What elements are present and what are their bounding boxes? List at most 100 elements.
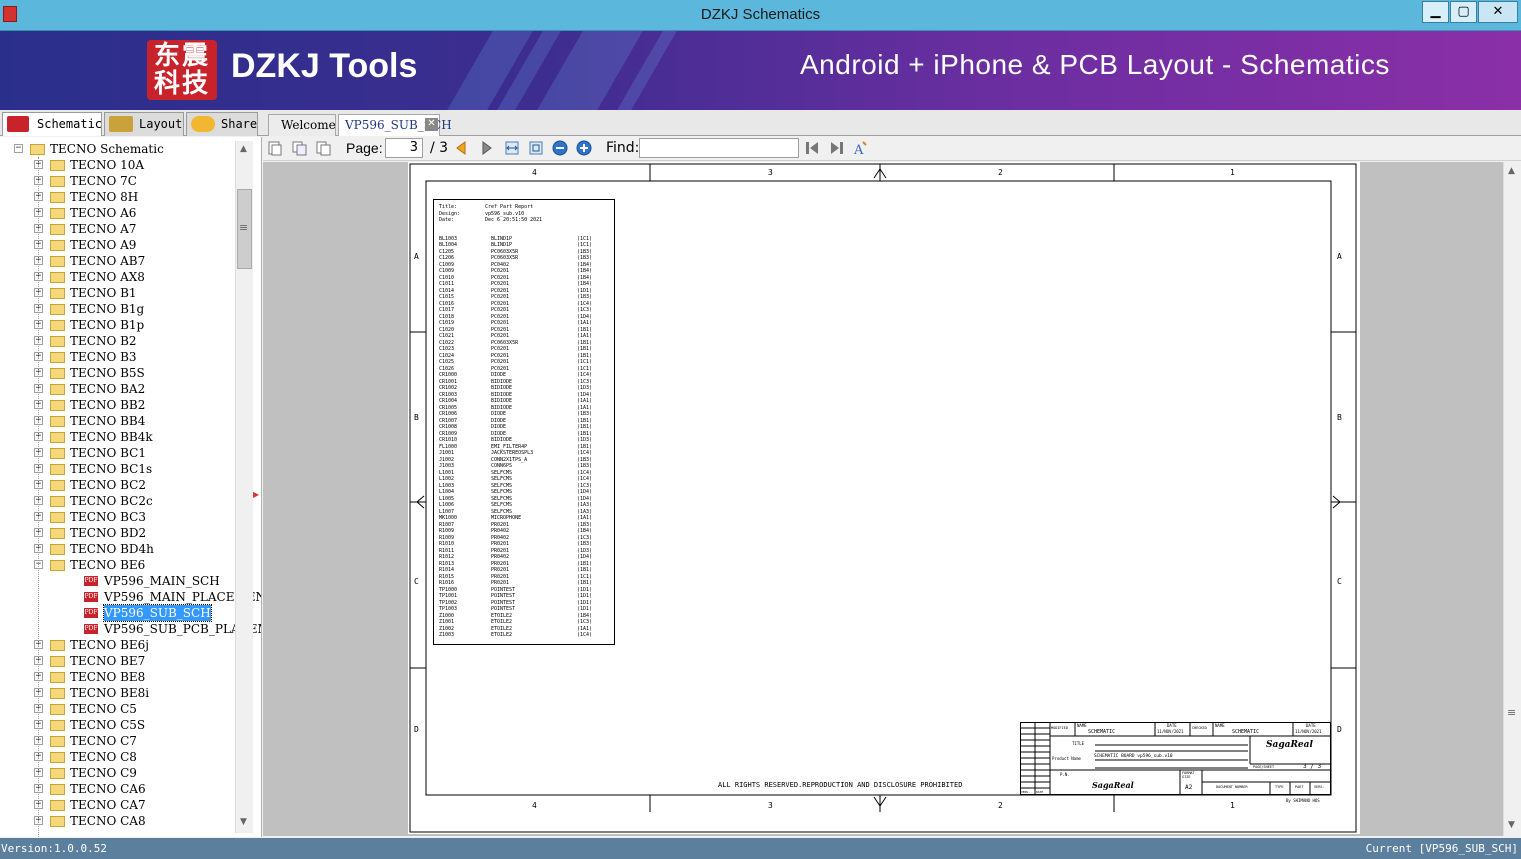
tree-folder-item[interactable]: + TECNO BB2 (0, 397, 235, 413)
folder-icon (50, 240, 65, 251)
document-viewer[interactable]: 4 3 2 1 4 3 2 1 A A B B C C D D Title: Cref Part Report D… (263, 162, 1521, 836)
export-icon[interactable] (315, 140, 331, 156)
banner: 东震科技 DZKJ Tools Android + iPhone & PCB L… (0, 31, 1521, 110)
scroll-grip-icon[interactable]: ≡ (239, 221, 248, 234)
tree-folder-item[interactable]: + TECNO BC2c (0, 493, 235, 509)
tree-folder-item[interactable]: + TECNO BA2 (0, 381, 235, 397)
tree-folder-item[interactable]: + TECNO AX8 (0, 269, 235, 285)
page-total: / 3 (430, 140, 449, 156)
tree-file-item[interactable]: PDF VP596_MAIN_SCH (0, 573, 235, 589)
tree-folder-item[interactable]: + TECNO A6 (0, 205, 235, 221)
next-page-icon[interactable] (479, 140, 495, 156)
previous-page-icon[interactable] (453, 140, 469, 156)
tree-folder-item[interactable]: + TECNO B1p (0, 317, 235, 333)
open-file-icon[interactable] (267, 140, 283, 156)
loc-cell: (1A1) (577, 333, 593, 339)
find-input[interactable] (639, 138, 799, 158)
splitter-handle[interactable]: ▶ (253, 490, 259, 500)
tb-title-label: TITLE (1072, 741, 1085, 746)
loc-cell: (1B3) (577, 248, 593, 255)
tree-folder-item[interactable]: − TECNO BE6 (0, 557, 235, 573)
tree-folder-item[interactable]: + TECNO C5 (0, 701, 235, 717)
frame-label: 4 (532, 801, 537, 810)
folder-icon (50, 784, 65, 795)
copy-icon[interactable] (291, 140, 307, 156)
find-next-icon[interactable] (829, 140, 845, 156)
tree-folder-item[interactable]: + TECNO A7 (0, 221, 235, 237)
tree-folder-item[interactable]: + TECNO BC1 (0, 445, 235, 461)
loc-cell: (1D1) (577, 586, 593, 593)
tree-folder-item[interactable]: + TECNO CA6 (0, 781, 235, 797)
fit-page-icon[interactable] (528, 140, 544, 156)
scroll-down-icon[interactable]: ▼ (1508, 820, 1515, 830)
tree-scrollbar[interactable]: ▲ ≡ ▼ (235, 141, 253, 833)
tab-share[interactable]: Share (186, 112, 258, 136)
tree-folder-item[interactable]: + TECNO B2 (0, 333, 235, 349)
loc-cell: (1D1) (577, 606, 593, 612)
tree-folder-item[interactable]: + TECNO BE8i (0, 685, 235, 701)
ref-cell: Z1003 (439, 632, 455, 638)
tree-folder-item[interactable]: + TECNO BD2 (0, 525, 235, 541)
loc-cell: (1B4) (577, 281, 593, 287)
tree-root[interactable]: − TECNO Schematic (0, 141, 235, 157)
tree-folder-item[interactable]: + TECNO B1g (0, 301, 235, 317)
close-tab-icon[interactable]: ✕ (425, 118, 438, 131)
scroll-down-icon[interactable]: ▼ (240, 817, 247, 827)
find-previous-icon[interactable] (804, 140, 820, 156)
tree-folder-item[interactable]: + TECNO 8H (0, 189, 235, 205)
tree-item-label: TECNO CA7 (70, 798, 146, 812)
pdf-file-icon: PDF (84, 592, 98, 602)
viewer-scrollbar[interactable]: ▲ ≡ ▼ (1503, 162, 1521, 836)
zoom-out-icon[interactable] (552, 140, 568, 156)
tree-item-label: TECNO B1g (70, 302, 145, 316)
tab-layout[interactable]: Layout (104, 112, 184, 136)
tree-file-item[interactable]: PDF VP596_MAIN_PLACEMENT (0, 589, 261, 605)
tree-folder-item[interactable]: + TECNO A9 (0, 237, 235, 253)
tree-folder-item[interactable]: + TECNO B1 (0, 285, 235, 301)
part-report-box: Title: Cref Part Report Design: vp596_sub.v… (433, 199, 615, 645)
scroll-up-icon[interactable]: ▲ (240, 144, 247, 154)
tree-folder-item[interactable]: + TECNO 10A (0, 157, 235, 173)
tree-folder-item[interactable]: + TECNO BE6j (0, 637, 235, 653)
close-button[interactable]: ✕ (1478, 1, 1518, 23)
highlight-icon[interactable]: A (852, 140, 868, 156)
tab-share-label: Share (221, 117, 258, 131)
tree-folder-item[interactable]: + TECNO 7C (0, 173, 235, 189)
tree-folder-item[interactable]: + TECNO BC1s (0, 461, 235, 477)
title-block: MODIFIED NAME SCHEMATIC DATE 11/NOV/2021… (1020, 718, 1331, 795)
tree-folder-item[interactable]: + TECNO C5S (0, 717, 235, 733)
tree-file-item[interactable]: PDF VP596_SUB_SCH (0, 604, 235, 622)
tree-folder-item[interactable]: + TECNO BB4k (0, 429, 235, 445)
tree-file-item[interactable]: PDFVP596_SUB_PCB_PLACEMENT (0, 621, 261, 637)
tree-item-label: TECNO BE6 (70, 558, 146, 572)
tree-folder-item[interactable]: + TECNO BD4h (0, 541, 235, 557)
tab-schematic[interactable]: Schematic (2, 112, 102, 136)
tree-folder-item[interactable]: + TECNO C8 (0, 749, 235, 765)
tree-folder-item[interactable]: + TECNO AB7 (0, 253, 235, 269)
tree-folder-item[interactable]: + TECNO CA7 (0, 797, 235, 813)
tree-item-label: TECNO C7 (70, 734, 137, 748)
folder-icon (50, 704, 65, 715)
maximize-button[interactable]: ▢ (1450, 1, 1477, 23)
tree-folder-item[interactable]: + TECNO B5S (0, 365, 235, 381)
tb-type-label: TYPE (1275, 785, 1284, 789)
tree-folder-item[interactable]: + TECNO C9 (0, 765, 235, 781)
loc-cell: (1A1) (577, 625, 593, 632)
minimize-button[interactable]: ▁ (1422, 1, 1449, 23)
tree-folder-item[interactable]: + TECNO BE7 (0, 653, 235, 669)
tree-folder-item[interactable]: + TECNO BB4 (0, 413, 235, 429)
zoom-in-icon[interactable] (576, 140, 592, 156)
tree-folder-item[interactable]: + TECNO BE8 (0, 669, 235, 685)
collapse-icon[interactable]: − (14, 144, 23, 153)
tree-folder-item[interactable]: + TECNO C7 (0, 733, 235, 749)
scroll-grip-icon[interactable]: ≡ (1507, 706, 1516, 719)
tab-welcome[interactable]: Welcome (268, 114, 336, 136)
page-input[interactable]: 3 (385, 138, 423, 158)
scroll-up-icon[interactable]: ▲ (1508, 166, 1515, 176)
tree-folder-item[interactable]: + TECNO BC3 (0, 509, 235, 525)
folder-icon (50, 256, 65, 267)
tree-folder-item[interactable]: + TECNO B3 (0, 349, 235, 365)
tree-folder-item[interactable]: + TECNO BC2 (0, 477, 235, 493)
tree-folder-item[interactable]: + TECNO CA8 (0, 813, 235, 829)
fit-width-icon[interactable] (504, 140, 520, 156)
